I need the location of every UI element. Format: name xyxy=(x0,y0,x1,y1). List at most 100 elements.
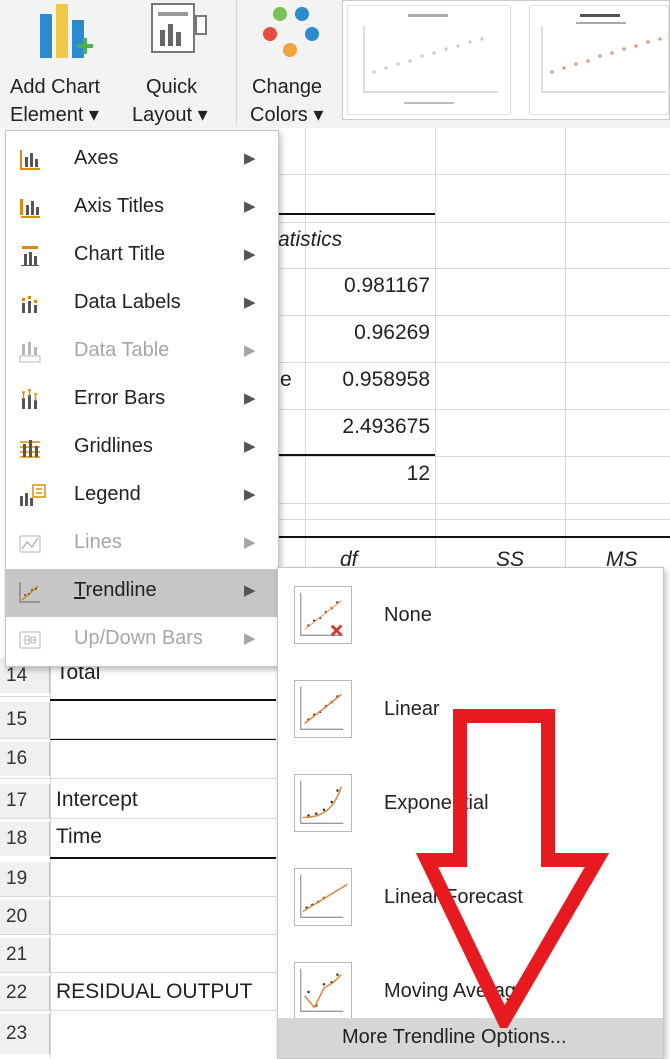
submenu-arrow-icon: ▶ xyxy=(244,342,256,359)
menu-item-lines[interactable]: Lines ▶ xyxy=(6,521,278,569)
data-labels-icon xyxy=(22,296,37,313)
quick-layout-button[interactable]: Quick Layout ▾ xyxy=(128,0,230,126)
change-colors-label-2: Colors ▾ xyxy=(250,104,324,126)
gridline xyxy=(277,174,670,175)
palette-icon xyxy=(263,7,319,57)
chart-style-thumbnail-2[interactable] xyxy=(529,5,669,115)
gridline xyxy=(277,362,670,363)
menu-item-label: Axis Titles xyxy=(74,195,165,217)
row-header[interactable]: 21 xyxy=(0,938,50,972)
row-header[interactable]: 15 xyxy=(0,702,50,738)
menu-item-axes[interactable]: Axes ▶ xyxy=(6,137,278,185)
stat-value-adjusted-r-square: 0.958958 xyxy=(342,368,430,391)
gridline xyxy=(277,409,670,410)
lines-icon xyxy=(19,535,41,553)
menu-item-label: Axes xyxy=(74,147,119,169)
trendline-label-rest: rendline xyxy=(85,579,157,601)
menu-item-up-down-bars[interactable]: Up/Down Bars ▶ xyxy=(6,617,278,665)
gridline xyxy=(305,128,306,568)
cell-time[interactable]: Time xyxy=(56,825,102,849)
chart-style-thumbnail-1[interactable] xyxy=(347,5,511,115)
menu-item-gridlines[interactable]: Gridlines ▶ xyxy=(6,425,278,473)
menu-item-legend[interactable]: Legend ▶ xyxy=(6,473,278,521)
axes-icon xyxy=(20,150,40,170)
gridline xyxy=(0,1010,276,1011)
menu-item-trendline[interactable]: Trendline ▶ xyxy=(6,569,278,617)
submenu-arrow-icon: ▶ xyxy=(244,438,256,455)
cell-intercept[interactable]: Intercept xyxy=(56,788,138,812)
row-header[interactable]: 18 xyxy=(0,822,50,856)
submenu-arrow-icon: ▶ xyxy=(244,150,256,167)
red-down-arrow-annotation xyxy=(415,709,610,1028)
submenu-arrow-icon: ▶ xyxy=(244,246,256,263)
gridline xyxy=(435,128,436,568)
cell-residual-output[interactable]: RESIDUAL OUTPUT xyxy=(56,980,252,1004)
row-header[interactable]: 20 xyxy=(0,900,50,934)
row-header[interactable]: 19 xyxy=(0,862,50,896)
chart-title-icon xyxy=(21,246,39,266)
stat-value-observations: 12 xyxy=(406,462,430,485)
menu-item-chart-title[interactable]: Chart Title ▶ xyxy=(6,233,278,281)
menu-item-label: Trendline xyxy=(74,579,157,601)
table-border xyxy=(277,536,670,538)
gridline xyxy=(277,268,670,269)
row-header[interactable]: 22 xyxy=(0,976,50,1010)
chart-design-ribbon: Add Chart Element ▾ Quick Layout ▾ Chang… xyxy=(0,0,670,129)
gridline xyxy=(0,896,276,897)
gridline xyxy=(0,738,276,739)
submenu-arrow-icon: ▶ xyxy=(244,294,256,311)
add-chart-element-button[interactable]: Add Chart Element ▾ xyxy=(0,0,126,126)
gridline xyxy=(565,128,566,568)
menu-item-error-bars[interactable]: Error Bars ▶ xyxy=(6,377,278,425)
menu-item-label: Legend xyxy=(74,483,141,505)
gridline xyxy=(277,222,670,223)
axis-titles-icon xyxy=(20,199,40,218)
menu-item-label: Up/Down Bars xyxy=(74,627,203,649)
menu-item-data-labels[interactable]: Data Labels ▶ xyxy=(6,281,278,329)
stat-value-multiple-r: 0.981167 xyxy=(343,274,430,297)
menu-item-label: Lines xyxy=(74,531,122,553)
regression-statistics-header: atistics xyxy=(278,228,343,251)
row-header[interactable]: 17 xyxy=(0,784,50,818)
stat-value-r-square: 0.96269 xyxy=(354,321,430,344)
stat-value-standard-error: 2.493675 xyxy=(342,415,430,438)
stats-label-fragment: e xyxy=(280,368,292,391)
submenu-arrow-icon: ▶ xyxy=(244,630,256,647)
change-colors-label-1: Change xyxy=(252,76,323,98)
menu-item-label: Data Labels xyxy=(74,291,181,313)
change-colors-button[interactable]: Change Colors ▾ xyxy=(240,0,340,126)
ribbon-separator xyxy=(236,0,237,125)
error-bars-icon xyxy=(22,389,37,409)
submenu-arrow-icon: ▶ xyxy=(244,486,256,503)
menu-item-label: Error Bars xyxy=(74,387,166,409)
row-header[interactable]: 16 xyxy=(0,742,50,776)
menu-item-axis-titles[interactable]: Axis Titles ▶ xyxy=(6,185,278,233)
menu-item-label: Data Table xyxy=(74,339,170,361)
gridline xyxy=(277,519,670,520)
gridline xyxy=(0,778,276,779)
gridline xyxy=(277,503,670,504)
submenu-arrow-icon: ▶ xyxy=(244,582,256,599)
add-chart-element-menu: Axes ▶ Axis Titles ▶ Chart Title ▶ Data … xyxy=(5,130,279,667)
trendline-exponential-icon xyxy=(294,774,352,832)
gridline xyxy=(0,696,50,697)
submenu-arrow-icon: ▶ xyxy=(244,198,256,215)
data-table-icon xyxy=(19,342,41,363)
menu-item-label: Chart Title xyxy=(74,243,166,265)
more-trendline-options-label: More Trendline Options... xyxy=(342,1026,567,1048)
trendline-option-label: None xyxy=(384,604,432,626)
up-down-bars-icon xyxy=(19,631,41,649)
add-chart-element-icon xyxy=(40,4,93,58)
row-header[interactable]: 23 xyxy=(0,1014,50,1054)
trendline-icon xyxy=(19,582,40,603)
table-border xyxy=(50,699,276,701)
quick-layout-label-2: Layout ▾ xyxy=(132,104,208,126)
table-border xyxy=(277,454,435,456)
menu-item-data-table[interactable]: Data Table ▶ xyxy=(6,329,278,377)
submenu-arrow-icon: ▶ xyxy=(244,534,256,551)
scatter-chart-thumbnail-icon xyxy=(363,14,498,104)
gridline xyxy=(0,972,276,973)
quick-layout-icon xyxy=(151,3,207,53)
table-border xyxy=(50,857,276,859)
trendline-option-none[interactable]: None xyxy=(278,568,663,662)
